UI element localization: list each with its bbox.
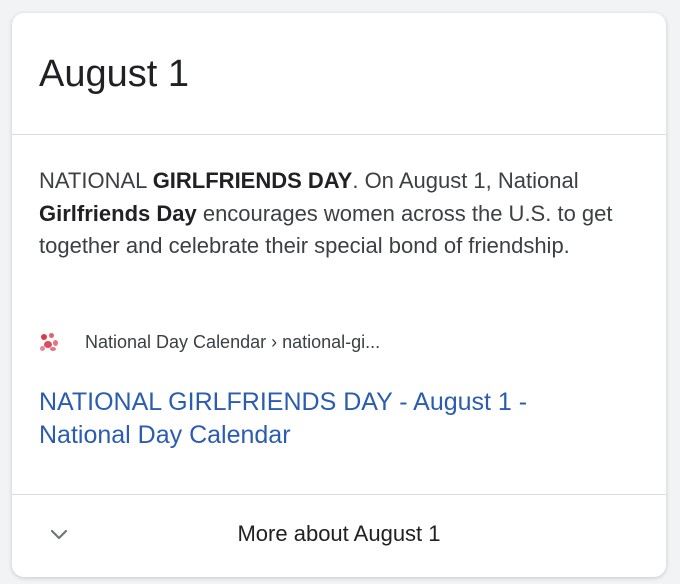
card-body: NATIONAL GIRLFRIENDS DAY. On August 1, N… (12, 135, 666, 495)
snippet-part: NATIONAL (39, 168, 153, 193)
source-breadcrumb: National Day Calendar › national-gi... (85, 331, 381, 352)
snippet-bold-term: Girlfriends Day (39, 200, 197, 226)
knowledge-card: August 1 NATIONAL GIRLFRIENDS DAY. On Au… (12, 13, 666, 577)
more-about-button[interactable]: More about August 1 (12, 495, 666, 577)
card-header: August 1 (12, 13, 666, 135)
snippet-text: NATIONAL GIRLFRIENDS DAY. On August 1, N… (39, 165, 639, 263)
source-line[interactable]: National Day Calendar › national-gi... (39, 329, 380, 355)
more-about-label: More about August 1 (237, 521, 441, 546)
snippet-bold-term: GIRLFRIENDS DAY (152, 168, 353, 193)
site-favicon-icon (39, 332, 59, 352)
result-link[interactable]: NATIONAL GIRLFRIENDS DAY - August 1 - Na… (39, 386, 599, 452)
card-title: August 1 (39, 53, 189, 95)
snippet-part: . On August 1, National (352, 168, 579, 193)
